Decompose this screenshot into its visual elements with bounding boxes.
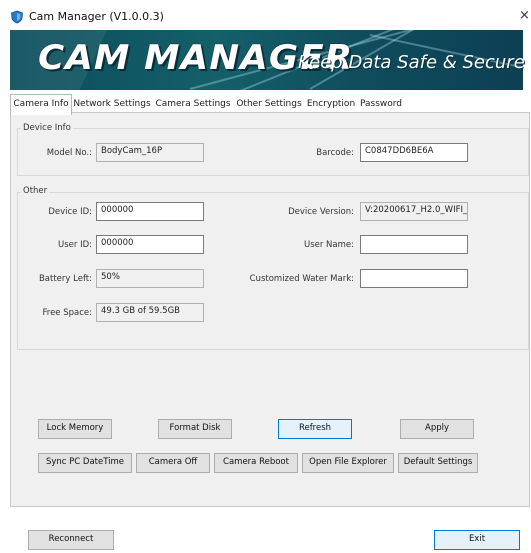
format-disk-button[interactable]: Format Disk [158, 419, 232, 439]
device-id-field[interactable]: 000000 [96, 202, 204, 221]
barcode-field[interactable]: C0847DD6BE6A [360, 143, 468, 162]
title-bar: Cam Manager (V1.0.0.3) × [0, 0, 531, 30]
battery-field: 50% [96, 269, 204, 288]
camera-reboot-button[interactable]: Camera Reboot [214, 453, 298, 473]
tab-strip: Camera Info Network Settings Camera Sett… [10, 94, 530, 115]
battery-label: Battery Left: [38, 274, 92, 284]
user-name-label: User Name: [303, 240, 354, 250]
user-id-label: User ID: [58, 240, 92, 250]
default-settings-button[interactable]: Default Settings [398, 453, 478, 473]
tab-camera-info[interactable]: Camera Info [10, 94, 72, 115]
device-id-label: Device ID: [48, 207, 92, 217]
sync-pc-datetime-button[interactable]: Sync PC DateTime [38, 453, 132, 473]
exit-button[interactable]: Exit [434, 530, 520, 550]
free-space-field: 49.3 GB of 59.5GB [96, 303, 204, 322]
user-id-field[interactable]: 000000 [96, 235, 204, 254]
reconnect-button[interactable]: Reconnect [28, 530, 114, 550]
tab-network-settings[interactable]: Network Settings [72, 95, 152, 113]
free-space-label: Free Space: [42, 308, 92, 318]
window-title: Cam Manager (V1.0.0.3) [29, 10, 164, 23]
user-name-field[interactable] [360, 235, 468, 254]
device-version-field: V:20200617_H2.0_WIFI_( [360, 202, 468, 221]
watermark-field[interactable] [360, 269, 468, 288]
open-file-explorer-button[interactable]: Open File Explorer [302, 453, 394, 473]
lock-memory-button[interactable]: Lock Memory [38, 419, 112, 439]
tab-camera-settings[interactable]: Camera Settings [154, 95, 232, 113]
camera-off-button[interactable]: Camera Off [136, 453, 210, 473]
tagline: Keep Data Safe & Secure [298, 52, 525, 73]
other-title: Other [21, 186, 50, 196]
barcode-label: Barcode: [316, 148, 354, 158]
model-field: BodyCam_16P [96, 143, 204, 162]
model-label: Model No.: [46, 148, 92, 158]
shield-icon [11, 10, 23, 24]
tab-password[interactable]: Password [358, 95, 404, 113]
tab-encryption[interactable]: Encryption [306, 95, 356, 113]
watermark-label: Customized Water Mark: [249, 274, 354, 284]
apply-button[interactable]: Apply [400, 419, 474, 439]
device-version-label: Device Version: [288, 207, 354, 217]
device-info-title: Device Info [21, 123, 73, 133]
tab-other-settings[interactable]: Other Settings [234, 95, 304, 113]
close-icon[interactable]: × [519, 8, 530, 23]
refresh-button[interactable]: Refresh [278, 419, 352, 439]
